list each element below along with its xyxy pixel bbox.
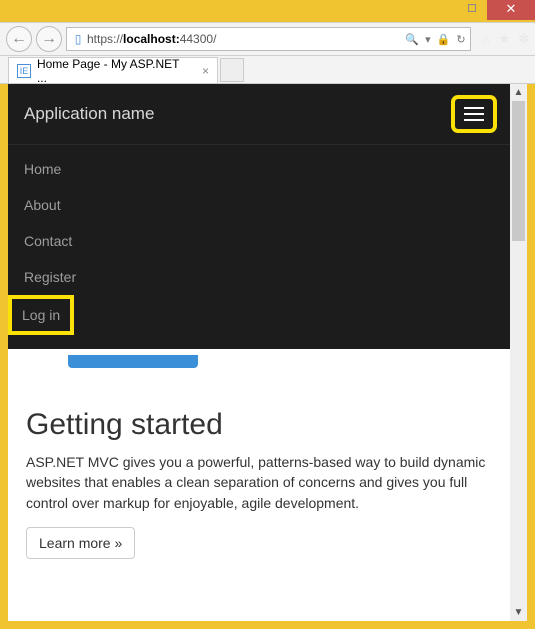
section-body: ASP.NET MVC gives you a powerful, patter… [26, 452, 492, 513]
back-button[interactable]: ← [6, 26, 32, 52]
url-path: 44300/ [180, 32, 217, 46]
nav-item-home[interactable]: Home [8, 151, 510, 187]
navbar-menu: Home About Contact Register Log in [8, 145, 510, 349]
tab-title: Home Page - My ASP.NET ... [37, 57, 192, 85]
scroll-thumb[interactable] [512, 101, 525, 241]
hamburger-icon [464, 107, 484, 109]
nav-item-contact[interactable]: Contact [8, 223, 510, 259]
search-icon[interactable]: 🔍 [405, 33, 419, 46]
main-content: Getting started ASP.NET MVC gives you a … [8, 368, 510, 559]
hamburger-icon [464, 119, 484, 121]
vertical-scrollbar[interactable]: ▲ ▼ [510, 84, 527, 621]
url-host: localhost: [123, 32, 180, 46]
maximize-button[interactable] [457, 0, 487, 16]
navbar-brand[interactable]: Application name [24, 104, 154, 124]
scroll-up-icon[interactable]: ▲ [510, 84, 527, 101]
browser-tab[interactable]: IE Home Page - My ASP.NET ... × [8, 57, 218, 83]
learn-more-button[interactable]: Learn more » [26, 527, 135, 559]
window-titlebar: ✕ [0, 0, 535, 22]
section-heading: Getting started [26, 408, 492, 442]
arrow-right-icon: → [41, 30, 57, 48]
home-icon[interactable]: ⌂ [483, 32, 491, 47]
tab-close-icon[interactable]: × [202, 64, 209, 78]
url-protocol: https:// [87, 32, 123, 46]
close-button[interactable]: ✕ [487, 0, 535, 20]
browser-viewport: Application name Home About Contact Regi… [8, 84, 527, 621]
jumbotron-button-partial[interactable] [68, 355, 198, 368]
nav-item-register[interactable]: Register [8, 259, 510, 295]
gear-icon[interactable]: ✼ [518, 31, 529, 47]
refresh-icon[interactable]: ↻ [456, 33, 465, 46]
minimize-button[interactable] [427, 0, 457, 20]
new-tab-button[interactable] [220, 58, 244, 82]
browser-toolbar: ← → ▯ https://localhost:44300/ 🔍 ▾ 🔒 ↻ ⌂… [0, 22, 535, 56]
hamburger-icon [464, 113, 484, 115]
navbar-toggle-button[interactable] [454, 98, 494, 130]
browser-tabstrip: IE Home Page - My ASP.NET ... × [0, 56, 535, 84]
page-content: Application name Home About Contact Regi… [8, 84, 510, 621]
lock-icon: 🔒 [437, 33, 451, 46]
arrow-left-icon: ← [11, 30, 27, 48]
nav-item-about[interactable]: About [8, 187, 510, 223]
site-navbar: Application name Home About Contact Regi… [8, 84, 510, 349]
dropdown-icon[interactable]: ▾ [425, 33, 431, 46]
site-identity-icon: ▯ [71, 32, 85, 46]
forward-button[interactable]: → [36, 26, 62, 52]
favicon-icon: IE [17, 64, 31, 78]
nav-login-highlight: Log in [12, 299, 70, 331]
scroll-down-icon[interactable]: ▼ [510, 604, 527, 621]
address-bar[interactable]: ▯ https://localhost:44300/ 🔍 ▾ 🔒 ↻ [66, 27, 471, 51]
nav-item-login[interactable]: Log in [12, 299, 70, 331]
favorites-icon[interactable]: ★ [498, 31, 510, 47]
